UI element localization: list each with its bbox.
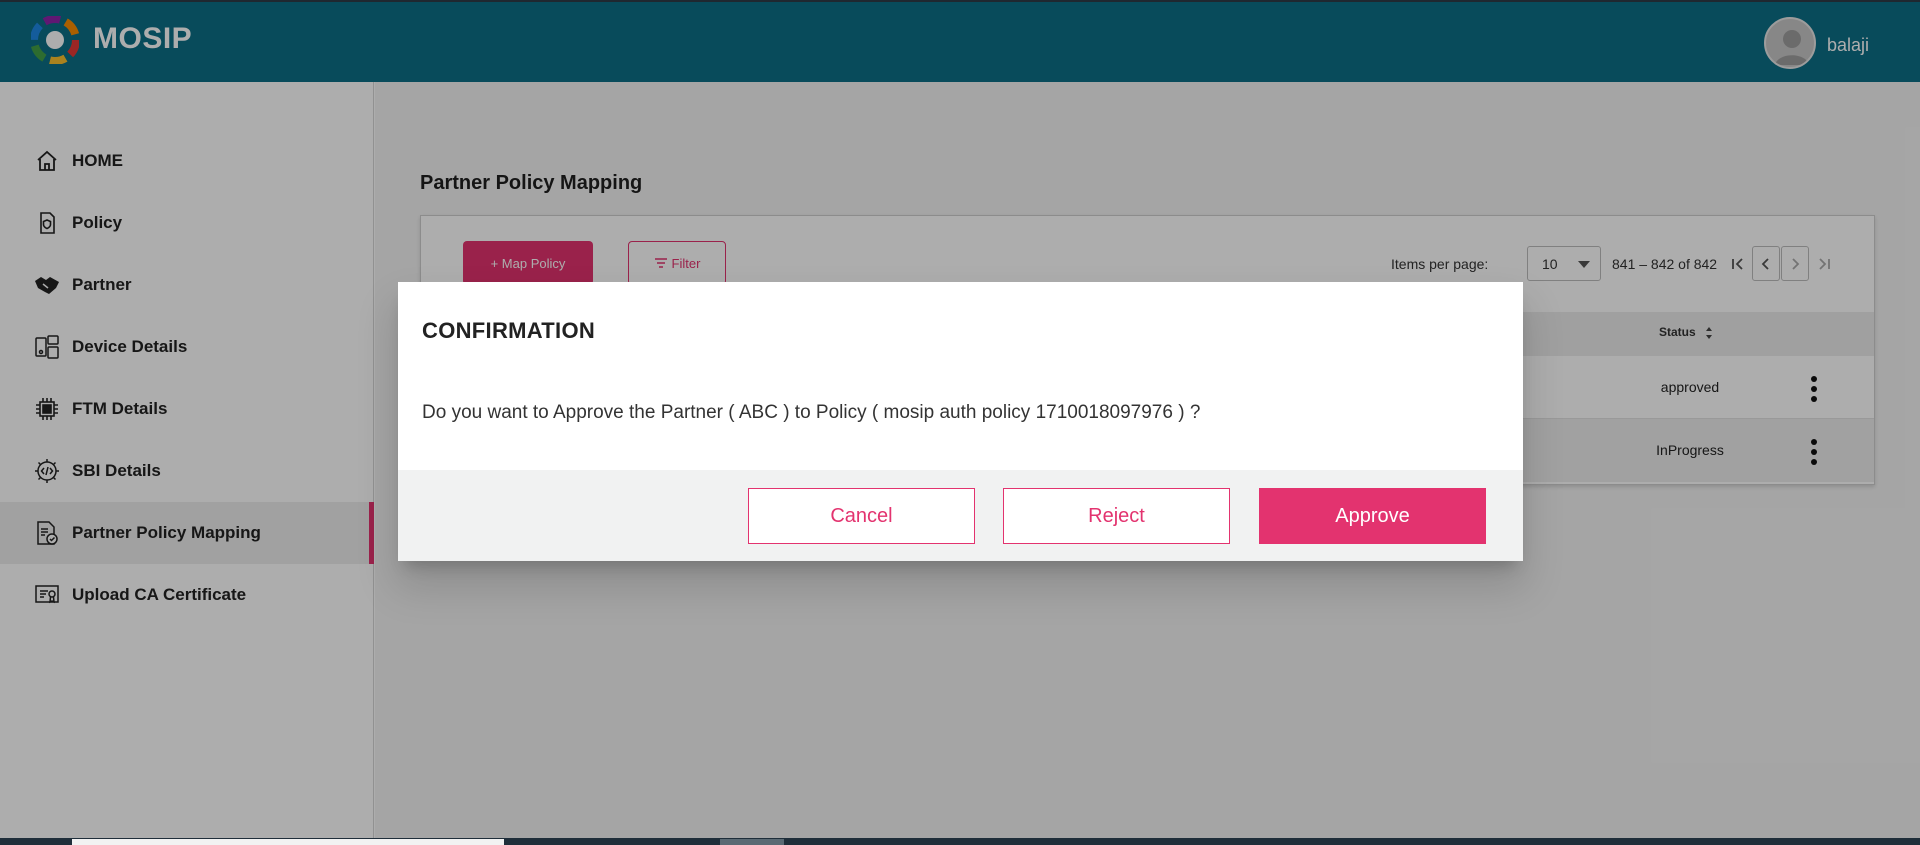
confirmation-dialog: CONFIRMATION Do you want to Approve the … (398, 282, 1523, 561)
taskbar-app-button[interactable] (720, 839, 784, 845)
dialog-footer: Cancel Reject Approve (398, 470, 1523, 561)
dialog-title: CONFIRMATION (422, 318, 596, 343)
cancel-button[interactable]: Cancel (748, 488, 975, 544)
approve-button[interactable]: Approve (1259, 488, 1486, 544)
reject-button[interactable]: Reject (1003, 488, 1230, 544)
taskbar-search-box[interactable] (72, 839, 504, 845)
dialog-message: Do you want to Approve the Partner ( ABC… (422, 402, 1201, 423)
